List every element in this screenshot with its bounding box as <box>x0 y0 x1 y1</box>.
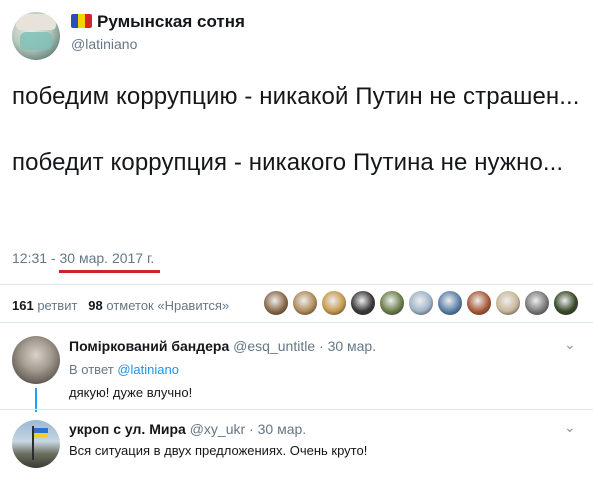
chevron-down-icon[interactable]: ⌄ <box>564 336 576 353</box>
likes-label: отметок «Нравится» <box>106 298 230 313</box>
liker-avatar[interactable] <box>524 290 550 316</box>
reply-time[interactable]: 30 мар. <box>258 421 307 437</box>
liker-avatar[interactable] <box>495 290 521 316</box>
reply-author[interactable]: Поміркований бандера @esq_untitle · 30 м… <box>69 338 376 354</box>
tweet-time[interactable]: 12:31 <box>12 250 47 266</box>
avatar-mask <box>20 32 52 50</box>
reply-author-name[interactable]: укроп с ул. Мира <box>69 421 186 437</box>
reply-author-handle[interactable]: @xy_ukr <box>190 421 245 437</box>
tweet-stats: 161 ретвит 98 отметок «Нравится» <box>12 298 229 313</box>
liker-avatar[interactable] <box>263 290 289 316</box>
reply-text: Вся ситуация в двух предложениях. Очень … <box>69 443 368 458</box>
liker-avatar[interactable] <box>321 290 347 316</box>
reply-avatar[interactable] <box>12 336 60 384</box>
reply-author-name[interactable]: Поміркований бандера <box>69 338 229 354</box>
reply-text: дякую! дуже влучно! <box>69 385 193 400</box>
likers-avatars <box>263 290 579 316</box>
chevron-down-icon[interactable]: ⌄ <box>564 419 576 436</box>
reply-author-handle[interactable]: @esq_untitle <box>233 338 315 354</box>
divider <box>0 322 593 323</box>
in-reply-to: В ответ @latiniano <box>69 362 179 377</box>
liker-avatar[interactable] <box>553 290 579 316</box>
author-name[interactable]: Румынская сотня <box>97 12 245 32</box>
liker-avatar[interactable] <box>408 290 434 316</box>
likes-stat[interactable]: 98 отметок «Нравится» <box>88 298 229 313</box>
liker-avatar[interactable] <box>292 290 318 316</box>
liker-avatar[interactable] <box>437 290 463 316</box>
divider <box>0 284 593 285</box>
retweet-count: 161 <box>12 298 34 313</box>
liker-avatar[interactable] <box>466 290 492 316</box>
avatar-hair <box>16 14 56 30</box>
reply-author[interactable]: укроп с ул. Мира @xy_ukr · 30 мар. <box>69 421 306 437</box>
in-reply-handle-link[interactable]: @latiniano <box>117 362 179 377</box>
reply-avatar[interactable] <box>12 420 60 468</box>
retweet-stat[interactable]: 161 ретвит <box>12 298 77 313</box>
timestamp-separator: - <box>47 250 60 266</box>
liker-avatar[interactable] <box>379 290 405 316</box>
reply-time[interactable]: 30 мар. <box>328 338 377 354</box>
in-reply-prefix: В ответ <box>69 362 114 377</box>
date-underline-annotation <box>59 270 160 273</box>
likes-count: 98 <box>88 298 103 313</box>
romania-flag-icon <box>71 14 92 28</box>
author-handle[interactable]: @latiniano <box>71 36 137 52</box>
tweet-text: победим коррупцию - никакой Путин не стр… <box>12 83 580 176</box>
author-avatar[interactable] <box>12 12 60 60</box>
avatar-flag-yellow <box>34 433 48 438</box>
tweet-timestamp[interactable]: 12:31 - 30 мар. 2017 г. <box>12 250 154 266</box>
retweet-label: ретвит <box>37 298 78 313</box>
tweet-date[interactable]: 30 мар. 2017 г. <box>60 250 155 266</box>
liker-avatar[interactable] <box>350 290 376 316</box>
divider <box>0 409 593 410</box>
